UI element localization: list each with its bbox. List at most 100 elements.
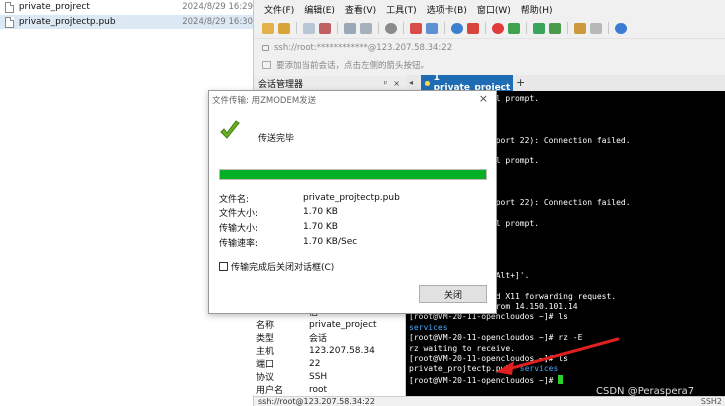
status-bar: ssh://root@123.207.58.34:22 SSH2 — [254, 396, 725, 406]
toolbar-divider — [526, 22, 527, 34]
session-manager-title: 会话管理器 — [258, 79, 304, 90]
close-on-finish-checkbox[interactable]: 传输完成后关闭对话框(C) — [219, 260, 334, 273]
checkbox-box[interactable] — [219, 262, 228, 271]
script-icon[interactable] — [574, 22, 586, 34]
toolbar-divider — [296, 22, 297, 34]
toolbar-divider — [485, 22, 486, 34]
status-text: ssh://root@123.207.58.34:22 — [258, 397, 375, 406]
xftp-icon[interactable] — [492, 22, 504, 34]
checkmark-icon — [220, 120, 240, 139]
close-icon[interactable]: × — [393, 79, 400, 88]
prop-row: 类型 会话 — [253, 331, 405, 344]
prop-row: 名称 private_project — [253, 318, 405, 332]
tab-scroll-icon[interactable]: ◂ — [409, 78, 419, 88]
field-row: 文件大小: 1.70 KB — [219, 206, 489, 219]
prop-row: 用户名 root — [253, 383, 405, 397]
field-label: 传输速率: — [219, 238, 259, 249]
connect-icon[interactable] — [303, 22, 315, 34]
menu-file[interactable]: 文件(F) — [264, 3, 294, 16]
prop-key: 类型 — [256, 334, 275, 344]
watermark: CSDN @Peraspera7 — [596, 386, 695, 397]
copy-icon[interactable] — [344, 22, 356, 34]
toolbar-divider — [378, 22, 379, 34]
arrow-shaft — [506, 337, 620, 371]
close-button[interactable]: 关闭 — [419, 285, 487, 303]
font-icon[interactable] — [426, 22, 438, 34]
lock-icon[interactable] — [467, 22, 479, 34]
prop-value: 123.207.58.34 — [309, 345, 375, 356]
menu-tabs[interactable]: 选项卡(B) — [427, 3, 467, 16]
hint-text: 要添加当前会话，点击左侧的箭头按钮。 — [276, 61, 430, 71]
menu-edit[interactable]: 编辑(E) — [304, 3, 335, 16]
prop-row: 主机 123.207.58.34 — [253, 344, 405, 358]
address-bar[interactable]: ssh://root:************@123.207.58.34:22 — [254, 38, 725, 56]
prop-key: 协议 — [256, 373, 275, 383]
compose-icon[interactable] — [590, 22, 602, 34]
new-session-icon[interactable] — [262, 22, 274, 34]
annotation-arrow — [496, 337, 620, 375]
hint-bar: 要添加当前会话，点击左侧的箭头按钮。 — [254, 57, 725, 73]
dialog-title: 文件传输: 用ZMODEM发送 — [212, 96, 317, 106]
layout-icon[interactable] — [549, 22, 561, 34]
field-label: 文件名: — [219, 194, 250, 205]
toolbar — [254, 18, 725, 38]
paste-icon[interactable] — [360, 22, 372, 34]
menu-view[interactable]: 查看(V) — [345, 3, 376, 16]
file-row-selected[interactable]: private_projtectp.pub 2024/8/29 16:30 — [0, 15, 253, 29]
menu-help[interactable]: 帮助(H) — [521, 3, 553, 16]
field-row: 传输大小: 1.70 KB — [219, 221, 489, 234]
xshell-icon[interactable] — [508, 22, 520, 34]
bookmark-icon — [262, 61, 271, 69]
transfer-status: 传送完毕 — [258, 134, 295, 144]
help-icon[interactable] — [615, 22, 627, 34]
open-folder-icon[interactable] — [278, 22, 290, 34]
field-label: 传输大小: — [219, 223, 259, 234]
progress-bar — [219, 169, 487, 180]
progress-fill — [220, 170, 486, 179]
file-date: 2024/8/29 16:29 — [182, 2, 253, 12]
add-tab-button[interactable]: + — [516, 76, 525, 89]
tab-strip: ◂ 1 private_project + — [406, 73, 725, 93]
toolbar-divider — [444, 22, 445, 34]
prop-value: 会话 — [309, 334, 328, 344]
menu-window[interactable]: 窗口(W) — [477, 3, 511, 16]
disconnect-icon[interactable] — [319, 22, 331, 34]
properties-icon[interactable] — [410, 22, 422, 34]
toolbar-divider — [337, 22, 338, 34]
prop-row: 端口 22 — [253, 357, 405, 371]
fullscreen-icon[interactable] — [533, 22, 545, 34]
session-properties: 值 名称 private_project 类型 会话 主机 123.207.58… — [253, 305, 405, 397]
terminal-line: services — [409, 322, 448, 332]
prop-value: root — [309, 384, 328, 395]
pin-icon[interactable]: ᵖ — [384, 79, 387, 88]
checkbox-label: 传输完成后关闭对话框(C) — [231, 263, 335, 273]
session-manager-header: 会话管理器 ᵖ × — [254, 76, 406, 90]
prop-value: private_project — [309, 319, 377, 330]
tab-private-project[interactable]: 1 private_project — [421, 73, 513, 93]
prop-value: 22 — [309, 358, 321, 369]
file-icon — [5, 1, 14, 13]
file-date: 2024/8/29 16:30 — [182, 17, 253, 27]
prop-key: 主机 — [256, 347, 275, 357]
status-dot-icon — [425, 80, 430, 86]
menu-bar: 文件(F) 编辑(E) 查看(V) 工具(T) 选项卡(B) 窗口(W) 帮助(… — [254, 0, 725, 18]
field-row: 文件名: private_projtectp.pub — [219, 192, 489, 205]
close-icon[interactable]: × — [479, 92, 488, 105]
file-transfer-dialog: 文件传输: 用ZMODEM发送 × 传送完毕 文件名: private_proj… — [208, 90, 497, 314]
prop-row: 协议 SSH — [253, 370, 405, 384]
menu-tools[interactable]: 工具(T) — [386, 3, 417, 16]
prop-key: 端口 — [256, 360, 275, 370]
address-text[interactable]: ssh://root:************@123.207.58.34:22 — [274, 43, 452, 53]
toolbar-divider — [567, 22, 568, 34]
lock-icon — [262, 44, 269, 51]
search-icon[interactable] — [385, 22, 397, 34]
prop-key: 用户名 — [256, 386, 284, 396]
field-row: 传输速率: 1.70 KB/Sec — [219, 236, 489, 249]
file-row[interactable]: private_projrect 2024/8/29 16:29 — [0, 0, 253, 14]
field-value: 1.70 KB — [303, 207, 338, 217]
toolbar-divider — [403, 22, 404, 34]
prop-value: SSH — [309, 371, 328, 382]
file-name: private_projtectp.pub — [18, 17, 116, 27]
globe-icon[interactable] — [451, 22, 463, 34]
file-icon — [5, 16, 14, 28]
